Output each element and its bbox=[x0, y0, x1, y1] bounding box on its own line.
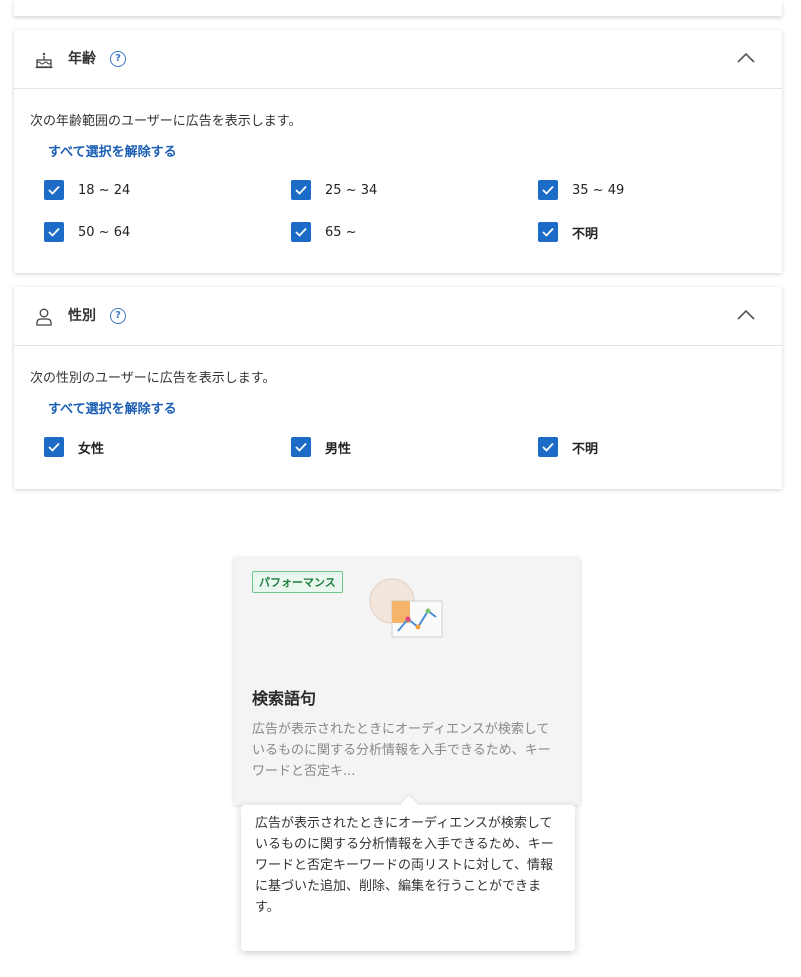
age-checkbox-25-34[interactable]: 25 ~ 34 bbox=[291, 180, 377, 200]
age-option-label: 35 ~ 49 bbox=[572, 182, 625, 198]
age-section-title: 年齢 bbox=[68, 51, 96, 67]
age-checkbox-unknown[interactable]: 不明 bbox=[538, 222, 598, 242]
gender-description: 次の性別のユーザーに広告を表示します。 bbox=[30, 371, 276, 386]
age-option-label: 65 ~ bbox=[325, 224, 357, 240]
chevron-up-icon[interactable] bbox=[736, 307, 756, 323]
tooltip-text: 広告が表示されたときにオーディエンスが検索しているものに関する分析情報を入手でき… bbox=[255, 816, 554, 915]
cake-icon bbox=[35, 52, 53, 69]
checkbox-checked-icon bbox=[44, 437, 64, 457]
age-section: 年齢 ? 次の年齢範囲のユーザーに広告を表示します。 すべて選択を解除する 18… bbox=[14, 30, 782, 273]
age-description: 次の年齢範囲のユーザーに広告を表示します。 bbox=[30, 114, 302, 129]
checkbox-checked-icon bbox=[44, 180, 64, 200]
chevron-up-icon[interactable] bbox=[736, 50, 756, 66]
age-checkbox-50-64[interactable]: 50 ~ 64 bbox=[44, 222, 130, 242]
checkbox-checked-icon bbox=[538, 180, 558, 200]
age-checkbox-35-49[interactable]: 35 ~ 49 bbox=[538, 180, 624, 200]
gender-section: 性別 ? 次の性別のユーザーに広告を表示します。 すべて選択を解除する 女性 男… bbox=[14, 287, 782, 489]
checkbox-checked-icon bbox=[291, 437, 311, 457]
gender-section-title: 性別 bbox=[68, 308, 96, 324]
card-title: 検索語句 bbox=[252, 689, 317, 708]
previous-section-edge bbox=[14, 0, 782, 16]
age-section-header[interactable]: 年齢 ? bbox=[14, 30, 782, 89]
help-icon[interactable]: ? bbox=[110, 51, 126, 67]
gender-checkbox-unknown[interactable]: 不明 bbox=[538, 437, 598, 457]
gender-option-label: 不明 bbox=[572, 441, 599, 457]
card-description: 広告が表示されたときにオーディエンスが検索しているものに関する分析情報を入手でき… bbox=[252, 722, 551, 779]
person-icon bbox=[36, 308, 52, 326]
gender-option-label: 男性 bbox=[325, 441, 352, 457]
gender-checkbox-female[interactable]: 女性 bbox=[44, 437, 104, 457]
help-icon[interactable]: ? bbox=[110, 308, 126, 324]
age-option-label: 25 ~ 34 bbox=[325, 182, 378, 198]
performance-badge: パフォーマンス bbox=[252, 571, 343, 593]
checkbox-checked-icon bbox=[538, 437, 558, 457]
age-checkbox-18-24[interactable]: 18 ~ 24 bbox=[44, 180, 130, 200]
age-clear-all-link[interactable]: すべて選択を解除する bbox=[48, 141, 177, 160]
card-tooltip: 広告が表示されたときにオーディエンスが検索しているものに関する分析情報を入手でき… bbox=[241, 805, 575, 951]
search-terms-card[interactable]: パフォーマンス 検索語句 広告が表示されたときにオーディエンスが検索しているもの… bbox=[234, 557, 580, 805]
gender-option-label: 女性 bbox=[78, 441, 105, 457]
checkbox-checked-icon bbox=[44, 222, 64, 242]
age-option-label: 50 ~ 64 bbox=[78, 224, 131, 240]
checkbox-checked-icon bbox=[538, 222, 558, 242]
gender-section-header[interactable]: 性別 ? bbox=[14, 287, 782, 346]
gender-clear-all-link[interactable]: すべて選択を解除する bbox=[48, 398, 177, 417]
age-option-label: 不明 bbox=[572, 226, 599, 242]
checkbox-checked-icon bbox=[291, 180, 311, 200]
gender-checkbox-male[interactable]: 男性 bbox=[291, 437, 351, 457]
chart-illustration-icon bbox=[369, 578, 443, 638]
age-option-label: 18 ~ 24 bbox=[78, 182, 131, 198]
checkbox-checked-icon bbox=[291, 222, 311, 242]
age-checkbox-65-plus[interactable]: 65 ~ bbox=[291, 222, 357, 242]
